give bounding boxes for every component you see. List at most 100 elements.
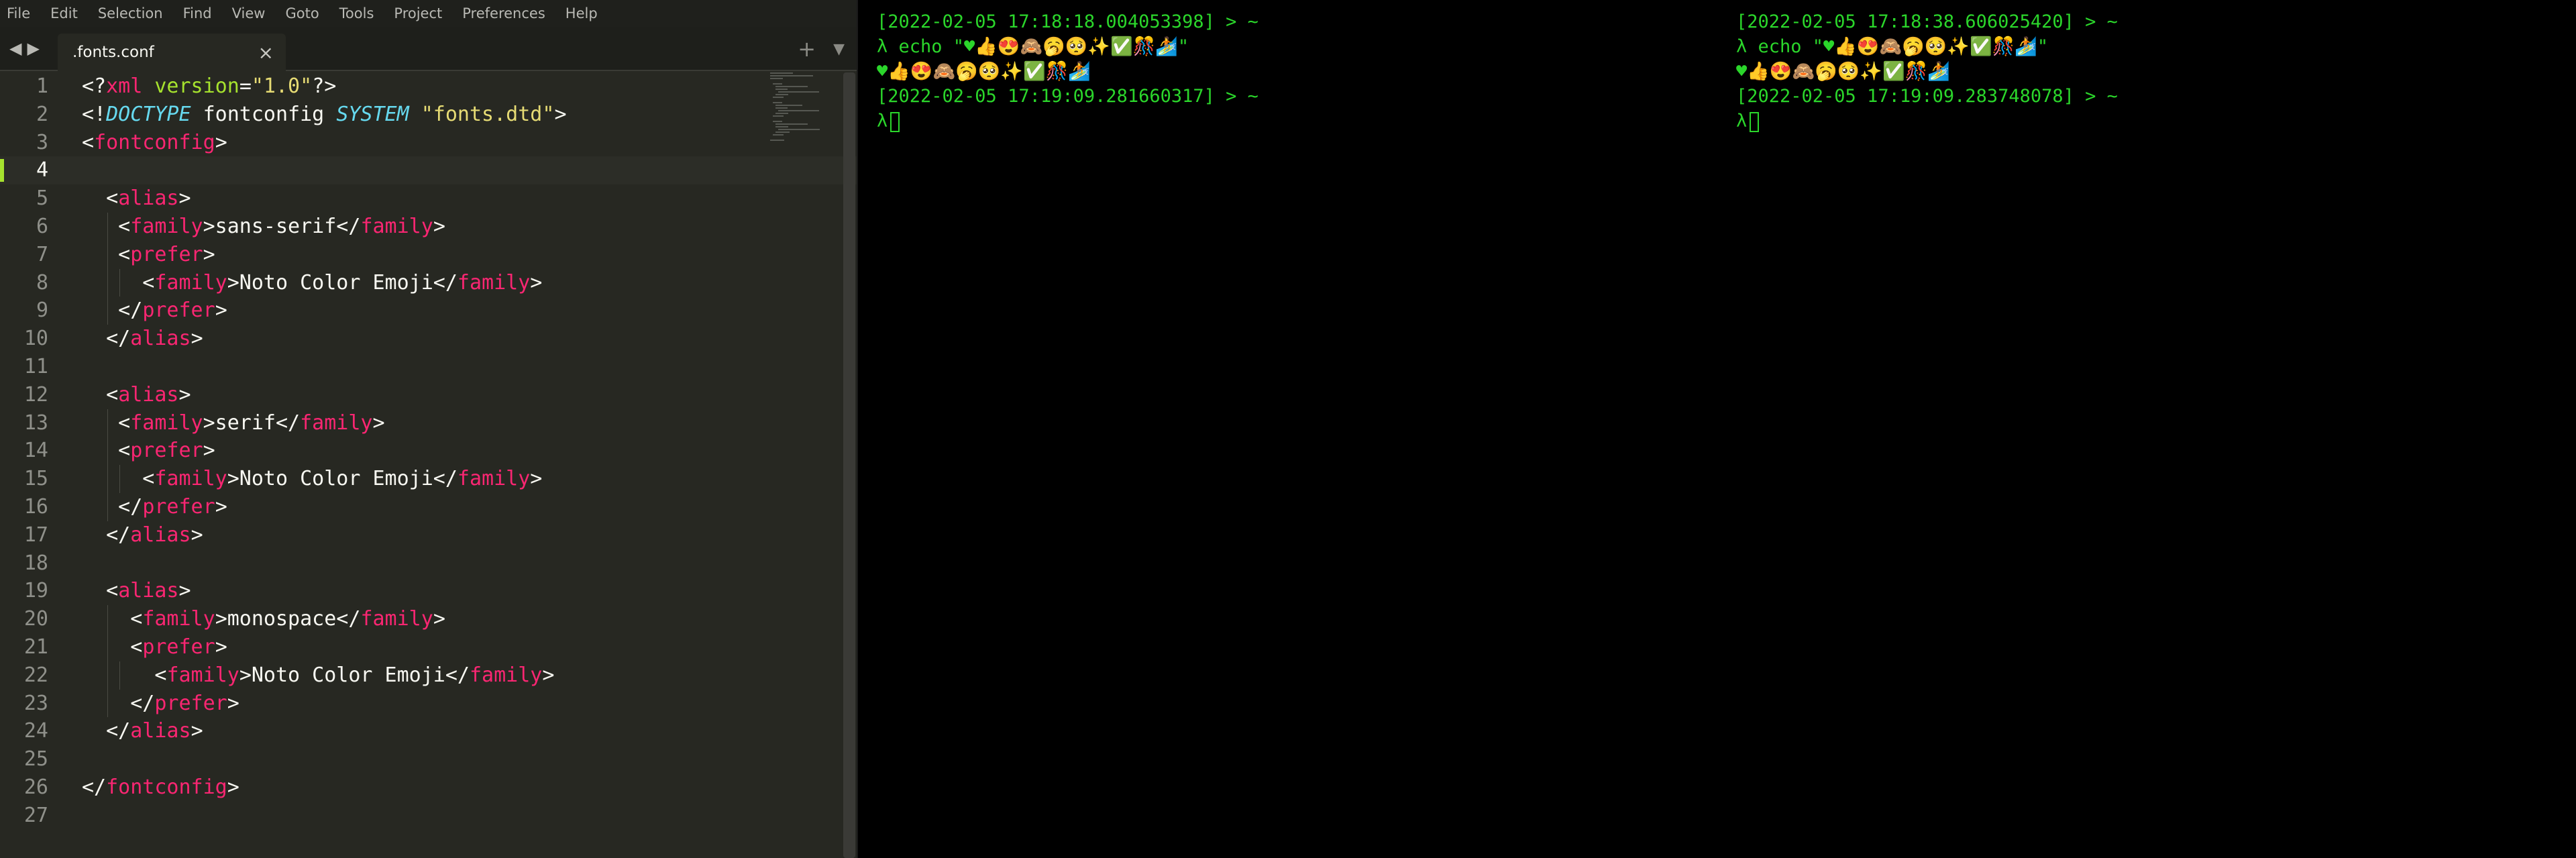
line-source: </alias>	[82, 523, 203, 547]
terminal-line: ♥👍😍🙈🥱🥺✨✅🎊🏄	[1736, 61, 1950, 82]
line-source: <alias>	[82, 382, 191, 407]
line-number: 16	[23, 494, 48, 519]
line-source: <alias>	[82, 579, 191, 603]
menu-selection[interactable]: Selection	[98, 5, 163, 21]
line-number: 18	[23, 551, 48, 575]
line-number: 15	[23, 467, 48, 491]
line-source: <?xml version="1.0"?>	[82, 74, 337, 98]
vertical-scrollbar[interactable]	[843, 72, 855, 858]
line-source: <prefer>	[82, 635, 227, 659]
line-number: 12	[23, 382, 48, 407]
code-line: 5 <alias>	[0, 184, 858, 213]
minimap-line	[775, 94, 789, 95]
code-line: 12 <alias>	[0, 381, 858, 409]
line-number: 19	[23, 579, 48, 603]
code-line: 10 </alias>	[0, 325, 858, 353]
line-source: <!DOCTYPE fontconfig SYSTEM "fonts.dtd">	[82, 102, 567, 126]
menu-help[interactable]: Help	[566, 5, 598, 21]
chevron-left-icon[interactable]: ◀	[9, 39, 27, 58]
minimap-line	[778, 129, 820, 130]
terminal-line: [2022-02-05 17:18:38.606025420] > ~	[1736, 11, 2118, 32]
terminal-prompt[interactable]: λ	[877, 109, 1717, 133]
code-line: 15 <family>Noto Color Emoji</family>	[0, 465, 858, 493]
line-number: 6	[36, 214, 48, 238]
line-number: 8	[36, 270, 48, 294]
line-source: </prefer>	[82, 494, 227, 519]
terminal-line: [2022-02-05 17:19:09.283748078] > ~	[1736, 86, 2118, 107]
menu-file[interactable]: File	[7, 5, 30, 21]
line-source: </prefer>	[82, 299, 227, 323]
minimap[interactable]	[770, 72, 830, 146]
line-number: 25	[23, 747, 48, 771]
menu-project[interactable]: Project	[394, 5, 442, 21]
line-number: 9	[36, 299, 48, 323]
terminal-line: [2022-02-05 17:18:18.004053398] > ~	[877, 11, 1258, 32]
line-source: <family>sans-serif</family>	[82, 214, 445, 238]
code-line: 2 <!DOCTYPE fontconfig SYSTEM "fonts.dtd"…	[0, 101, 858, 129]
menu-preferences[interactable]: Preferences	[462, 5, 545, 21]
minimap-line	[773, 121, 783, 122]
code-area[interactable]: 1 <?xml version="1.0"?> 2 <!DOCTYPE fontcon…	[0, 72, 858, 858]
line-source: <family>monospace</family>	[82, 607, 445, 631]
minimap-line	[775, 123, 808, 125]
code-line: 20 <family>monospace</family>	[0, 605, 858, 633]
code-line: 3 <fontconfig>	[0, 129, 858, 157]
line-source: <alias>	[82, 186, 191, 211]
terminal-prompt[interactable]: λ	[1736, 109, 2576, 133]
code-line: 16 </prefer>	[0, 492, 858, 521]
line-number: 11	[23, 354, 48, 378]
minimap-line	[773, 134, 784, 136]
code-line: 4	[0, 156, 858, 185]
code-line: 26 </fontconfig>	[0, 773, 858, 802]
minimap-line	[773, 102, 783, 103]
menu-find[interactable]: Find	[183, 5, 212, 21]
menu-edit[interactable]: Edit	[50, 5, 78, 21]
line-number: 2	[36, 102, 48, 126]
code-line: 8 <family>Noto Color Emoji</family>	[0, 268, 858, 297]
line-number: 10	[23, 327, 48, 351]
tab-bar: ◀▶ .fonts.conf × + ▼	[0, 27, 858, 71]
code-line: 14 <prefer>	[0, 437, 858, 466]
minimap-line	[775, 113, 789, 114]
line-number: 14	[23, 439, 48, 463]
terminal-right[interactable]: [2022-02-05 17:18:38.606025420] > ~ λ ech…	[1717, 0, 2576, 858]
line-number: 13	[23, 411, 48, 435]
tab-fonts-conf[interactable]: .fonts.conf ×	[58, 34, 286, 71]
sublime-editor: File Edit Selection Find View Goto Tools Projec…	[0, 0, 858, 858]
minimap-line	[770, 78, 784, 79]
menu-bar: File Edit Selection Find View Goto Tools Projec…	[0, 0, 858, 27]
cursor-block	[1750, 111, 1760, 132]
dropdown-icon[interactable]: ▼	[833, 41, 845, 58]
minimap-line	[775, 107, 788, 109]
modified-line-marker	[0, 159, 4, 182]
menu-goto[interactable]: Goto	[285, 5, 319, 21]
close-icon[interactable]: ×	[258, 42, 274, 64]
line-source: </prefer>	[82, 691, 239, 715]
code-line: 6 <family>sans-serif</family>	[0, 212, 858, 241]
menu-view[interactable]: View	[232, 5, 266, 21]
line-number: 26	[23, 775, 48, 799]
code-line: 11	[0, 353, 858, 381]
line-source: </alias>	[82, 719, 203, 743]
tab-nav: ◀▶	[9, 39, 45, 58]
line-source: <prefer>	[82, 242, 215, 266]
line-number: 24	[23, 719, 48, 743]
code-line: 19 <alias>	[0, 577, 858, 605]
line-source: </alias>	[82, 327, 203, 351]
terminal-line: λ echo "♥👍😍🙈🥱🥺✨✅🎊🏄"	[877, 36, 1189, 57]
code-line: 9 </prefer>	[0, 297, 858, 325]
code-line: 25	[0, 745, 858, 773]
minimap-line	[778, 91, 819, 93]
terminal-left[interactable]: [2022-02-05 17:18:18.004053398] > ~ λ ech…	[858, 0, 1717, 858]
code-line: 22 <family>Noto Color Emoji</family>	[0, 661, 858, 690]
code-line: 24 </alias>	[0, 717, 858, 745]
plus-icon[interactable]: +	[798, 36, 816, 62]
code-line: 7 <prefer>	[0, 240, 858, 269]
menu-tools[interactable]: Tools	[339, 5, 374, 21]
line-number: 4	[36, 158, 48, 182]
minimap-line	[775, 126, 789, 127]
chevron-right-icon[interactable]: ▶	[27, 39, 44, 58]
terminal-line: [2022-02-05 17:19:09.281660317] > ~	[877, 86, 1258, 107]
code-line: 27	[0, 802, 858, 830]
minimap-line	[775, 86, 808, 87]
